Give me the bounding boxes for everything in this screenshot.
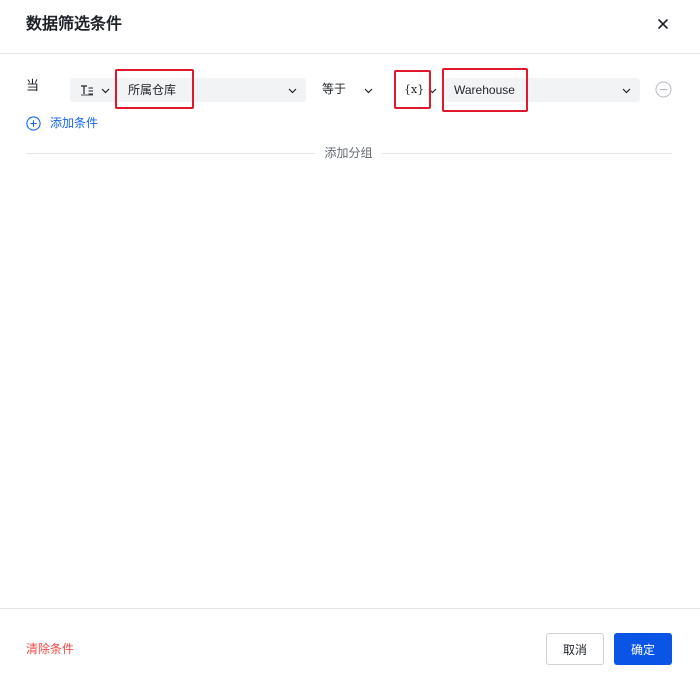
field-select-value: 所属仓库 (128, 83, 177, 97)
cancel-button[interactable]: 取消 (546, 633, 604, 665)
close-icon (658, 19, 668, 29)
confirm-button[interactable]: 确定 (614, 633, 672, 665)
chevron-down-icon (364, 88, 373, 94)
chevron-down-icon (101, 88, 110, 94)
field-type-select[interactable] (70, 78, 118, 102)
dialog-footer: 清除条件 取消 确定 (0, 608, 700, 686)
value-select[interactable]: Warehouse (444, 78, 640, 102)
add-condition-button[interactable]: 添加条件 (26, 114, 98, 132)
remove-condition-button[interactable] (655, 81, 672, 98)
operator-select[interactable]: 等于 (316, 78, 382, 102)
chevron-down-icon (622, 88, 631, 94)
dialog-header: 数据筛选条件 (0, 0, 700, 54)
variable-icon: {x} (404, 83, 425, 96)
chevron-down-icon (428, 88, 437, 94)
close-button[interactable] (652, 13, 674, 35)
chevron-down-icon (288, 88, 297, 94)
divider (382, 153, 672, 154)
divider (26, 153, 315, 154)
value-select-value: Warehouse (454, 83, 515, 97)
operator-select-value: 等于 (322, 82, 347, 96)
text-type-icon (81, 85, 93, 96)
clear-conditions-link[interactable]: 清除条件 (26, 641, 74, 657)
when-label: 当 (26, 79, 40, 94)
value-mode-select[interactable]: {x} (395, 78, 441, 102)
plus-circle-icon (26, 115, 41, 131)
dialog-title: 数据筛选条件 (26, 14, 123, 33)
filter-dialog: 数据筛选条件 当 所属仓库 等于 {x} Warehouse 添加条件 添加分组… (0, 0, 700, 685)
add-group-button[interactable]: 添加分组 (315, 145, 382, 161)
field-select[interactable]: 所属仓库 (118, 78, 306, 102)
add-condition-label: 添加条件 (50, 116, 99, 130)
